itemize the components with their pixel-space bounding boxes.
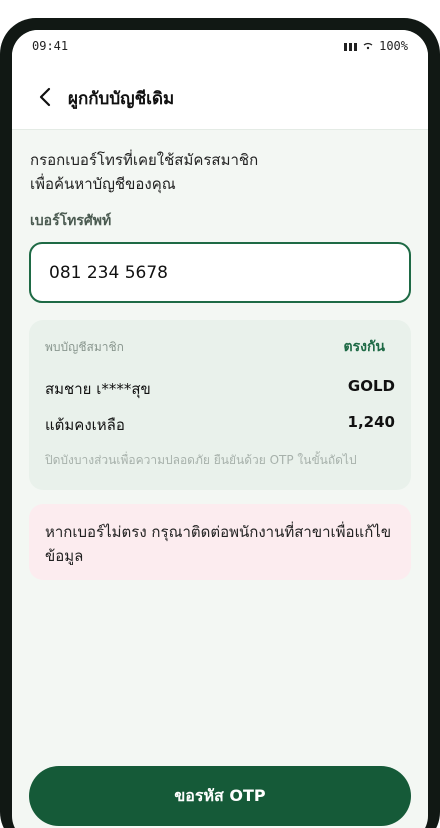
match-status-badge: ตรงกัน [343, 339, 386, 355]
back-button[interactable] [30, 82, 60, 112]
account-found-label: พบบัญชีสมาชิก [45, 340, 124, 354]
status-time: 09:41 [32, 39, 69, 53]
phone-frame: 09:41 100% ผูกกับบัญชีเดิม กรอกเบอร์โทรท… [0, 18, 440, 828]
member-tier: GOLD [347, 377, 395, 395]
instruction-line-2: เพื่อค้นหาบัญชีของคุณ [30, 175, 176, 193]
phone-field-label: เบอร์โทรศัพท์ [30, 213, 112, 229]
signal-icon [344, 41, 358, 51]
privacy-note: ปิดบังบางส่วนเพื่อความปลอดภัย ยืนยันด้วย… [45, 453, 357, 467]
phone-input[interactable] [29, 242, 411, 303]
instruction-text: กรอกเบอร์โทรที่เคยใช้สมัครสมาชิก เพื่อค้… [30, 148, 410, 196]
status-indicators: 100% [344, 39, 408, 53]
member-name: สมชาย เ****สุข [45, 380, 151, 398]
chevron-left-icon [39, 87, 51, 107]
wifi-icon [363, 42, 373, 50]
page-title: ผูกกับบัญชีเดิม [68, 89, 175, 109]
points-label: แต้มคงเหลือ [45, 416, 125, 434]
app-header: ผูกกับบัญชีเดิม [12, 64, 428, 130]
request-otp-button[interactable]: ขอรหัส OTP [29, 766, 411, 826]
account-found-card: พบบัญชีสมาชิก ตรงกัน สมชาย เ****สุข GOLD… [29, 320, 411, 490]
battery-level: 100% [379, 39, 408, 53]
instruction-line-1: กรอกเบอร์โทรที่เคยใช้สมัครสมาชิก [30, 151, 259, 169]
status-bar: 09:41 100% [12, 30, 428, 64]
app-screen: 09:41 100% ผูกกับบัญชีเดิม กรอกเบอร์โทรท… [12, 30, 428, 828]
points-value: 1,240 [347, 413, 395, 431]
mismatch-warning: หากเบอร์ไม่ตรง กรุณาติดต่อพนักงานที่สาขา… [29, 504, 411, 580]
